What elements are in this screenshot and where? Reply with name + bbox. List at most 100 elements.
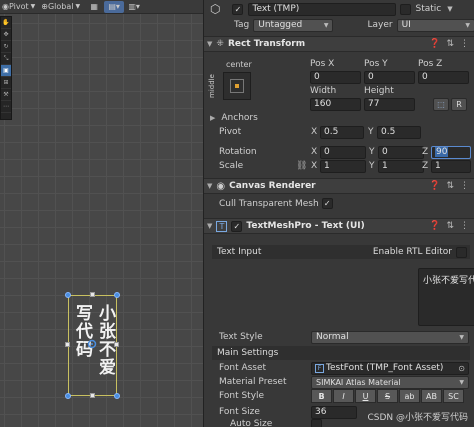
font-size-field[interactable]: 36 <box>311 405 357 419</box>
chevron-down-icon: ▼ <box>207 222 213 230</box>
layer-label: Layer <box>367 20 393 30</box>
help-icon[interactable]: ❓ <box>429 181 440 191</box>
link-icon[interactable]: ⛓ <box>296 161 307 171</box>
font-asset-field[interactable]: F TestFont (TMP_Font Asset) ⊙ <box>311 361 469 375</box>
rtl-checkbox[interactable] <box>456 246 467 258</box>
pivot-x-field[interactable]: 0.5 <box>320 125 364 139</box>
move-tool-icon[interactable]: ✥ <box>1 29 11 41</box>
pivot-marker-icon[interactable] <box>87 339 97 349</box>
transform-tool-icon[interactable]: ⊞ <box>1 77 11 89</box>
font-style-smallcaps-button[interactable]: SC <box>443 389 464 403</box>
chevron-down-icon: ▼ <box>207 40 213 48</box>
more-options-icon[interactable]: ⋮ <box>460 181 469 191</box>
grid-visibility-button[interactable]: ▤▾ <box>104 0 125 13</box>
more-options-icon[interactable]: ⋮ <box>460 221 469 231</box>
scale-row: Scale ⛓ X 1 Y 1 Z 1 <box>204 159 474 173</box>
main-settings-bar: Main Settings <box>212 346 470 360</box>
pivot-y-field[interactable]: 0.5 <box>377 125 421 139</box>
preset-icon[interactable]: ⇅ <box>446 39 454 49</box>
textmeshpro-header[interactable]: ▼ T ✓ TextMeshPro - Text (UI) ❓ ⇅ ⋮ <box>204 218 474 234</box>
component-enabled-checkbox[interactable]: ✓ <box>231 220 243 232</box>
anchors-row[interactable]: ▶ Anchors <box>204 112 474 124</box>
grid-snap-icon[interactable]: ▦ <box>84 1 104 13</box>
scene-view[interactable]: ◉ Pivot ▼ ⊕ Global ▼ ▦ ▤▾ ▥▾ ✋ ✥ ↻ ⤡ ▣ ⊞… <box>0 0 203 427</box>
scale-tool-icon[interactable]: ⤡ <box>1 53 11 65</box>
text-style-dropdown[interactable]: Normal ▼ <box>311 330 469 344</box>
global-toggle[interactable]: ⊕ Global ▼ <box>39 1 82 13</box>
chevron-down-icon[interactable]: ▼ <box>447 5 452 13</box>
height-field[interactable]: 77 <box>364 97 415 111</box>
static-checkbox[interactable] <box>400 3 412 15</box>
scale-y-field[interactable]: 1 <box>378 159 424 173</box>
rect-transform-header[interactable]: ▼ ⁜ Rect Transform ❓ ⇅ ⋮ <box>204 36 474 52</box>
object-name-field[interactable]: Text (TMP) <box>248 2 397 16</box>
rect-tool-icon[interactable]: ▣ <box>1 65 11 77</box>
preset-icon[interactable]: ⇅ <box>446 181 454 191</box>
chevron-right-icon: ▶ <box>210 114 216 122</box>
material-preset-dropdown[interactable]: SIMKAI Atlas Material ▼ <box>311 375 469 389</box>
custom-tool-icon[interactable]: ⚒ <box>1 89 11 101</box>
rect-handle-bottom-right[interactable] <box>114 393 120 399</box>
rect-handle-bottom-left[interactable] <box>65 393 71 399</box>
globe-icon: ⊕ <box>41 2 48 11</box>
component-title: Canvas Renderer <box>229 181 316 191</box>
rect-transform-icon: ⁜ <box>216 39 224 49</box>
eye-icon: ◉ <box>216 180 226 192</box>
cull-transparent-checkbox[interactable]: ✓ <box>321 198 333 209</box>
pos-z-field[interactable]: 0 <box>418 70 469 84</box>
raw-edit-button[interactable]: R <box>451 97 467 111</box>
pos-x-field[interactable]: 0 <box>310 70 361 84</box>
text-style-row: Text Style Normal ▼ <box>204 330 474 344</box>
pos-y-field[interactable]: 0 <box>364 70 415 84</box>
font-style-buttons: B I U S ab AB SC <box>311 389 465 403</box>
material-preset-row: Material Preset SIMKAI Atlas Material ▼ <box>204 375 474 389</box>
scene-toolbar: ◉ Pivot ▼ ⊕ Global ▼ ▦ ▤▾ ▥▾ <box>0 0 203 14</box>
rect-handle-right[interactable] <box>114 342 119 347</box>
snap-increment-button[interactable]: ▥▾ <box>124 1 144 13</box>
auto-size-checkbox[interactable] <box>311 419 322 427</box>
active-checkbox[interactable]: ✓ <box>232 3 244 15</box>
chevron-down-icon: ▼ <box>323 21 329 29</box>
more-options-icon[interactable]: ⋮ <box>460 39 469 49</box>
static-label: Static <box>415 4 442 14</box>
blueprint-mode-button[interactable]: ⬚ <box>433 97 449 111</box>
help-icon[interactable]: ❓ <box>429 221 440 231</box>
font-style-italic-button[interactable]: I <box>333 389 354 403</box>
rect-handle-top-left[interactable] <box>65 292 71 298</box>
transform-tools: ✋ ✥ ↻ ⤡ ▣ ⊞ ⚒ ⋯ <box>0 16 12 120</box>
rotation-y-field[interactable]: 0 <box>378 145 424 159</box>
preset-icon[interactable]: ⇅ <box>446 221 454 231</box>
object-header: ⬡ ✓ Text (TMP) Static ▼ <box>204 2 474 16</box>
scale-x-field[interactable]: 1 <box>320 159 366 173</box>
rect-handle-bottom[interactable] <box>90 393 95 398</box>
help-icon[interactable]: ❓ <box>429 39 440 49</box>
layer-dropdown[interactable]: UI ▼ <box>396 18 474 32</box>
scene-text-object[interactable]: 小张不爱 写代码 <box>70 304 116 394</box>
scene-text-column-right: 小张不爱 <box>95 304 115 376</box>
font-style-underline-button[interactable]: U <box>355 389 376 403</box>
pivot-icon: ◉ <box>2 2 9 11</box>
object-picker-icon[interactable]: ⊙ <box>458 364 465 373</box>
text-input-area[interactable]: 小张不爱写代码 <box>418 268 474 326</box>
font-style-bold-button[interactable]: B <box>311 389 332 403</box>
tool-settings-icon[interactable]: ⋯ <box>1 101 11 113</box>
rotation-z-field[interactable]: 90 <box>431 145 471 159</box>
scale-z-field[interactable]: 1 <box>431 159 471 173</box>
rect-handle-top-right[interactable] <box>114 292 120 298</box>
font-style-lowercase-button[interactable]: ab <box>399 389 420 403</box>
font-style-strikethrough-button[interactable]: S <box>377 389 398 403</box>
width-field[interactable]: 160 <box>310 97 361 111</box>
hand-tool-icon[interactable]: ✋ <box>1 17 11 29</box>
canvas-renderer-header[interactable]: ▼ ◉ Canvas Renderer ❓ ⇅ ⋮ <box>204 178 474 194</box>
pivot-toggle[interactable]: ◉ Pivot ▼ <box>0 1 37 13</box>
text-input-bar: Text Input Enable RTL Editor <box>212 245 470 259</box>
font-style-uppercase-button[interactable]: AB <box>421 389 442 403</box>
tag-dropdown[interactable]: Untagged ▼ <box>253 18 334 32</box>
rotate-tool-icon[interactable]: ↻ <box>1 41 11 53</box>
rect-handle-top[interactable] <box>90 292 95 297</box>
rotation-x-field[interactable]: 0 <box>320 145 366 159</box>
rect-handle-left[interactable] <box>65 342 70 347</box>
pivot-row: Pivot X 0.5 Y 0.5 <box>204 125 474 139</box>
inspector-panel: ⬡ ✓ Text (TMP) Static ▼ Tag Untagged ▼ La… <box>203 0 474 427</box>
cube-icon: ⬡ <box>210 2 221 16</box>
